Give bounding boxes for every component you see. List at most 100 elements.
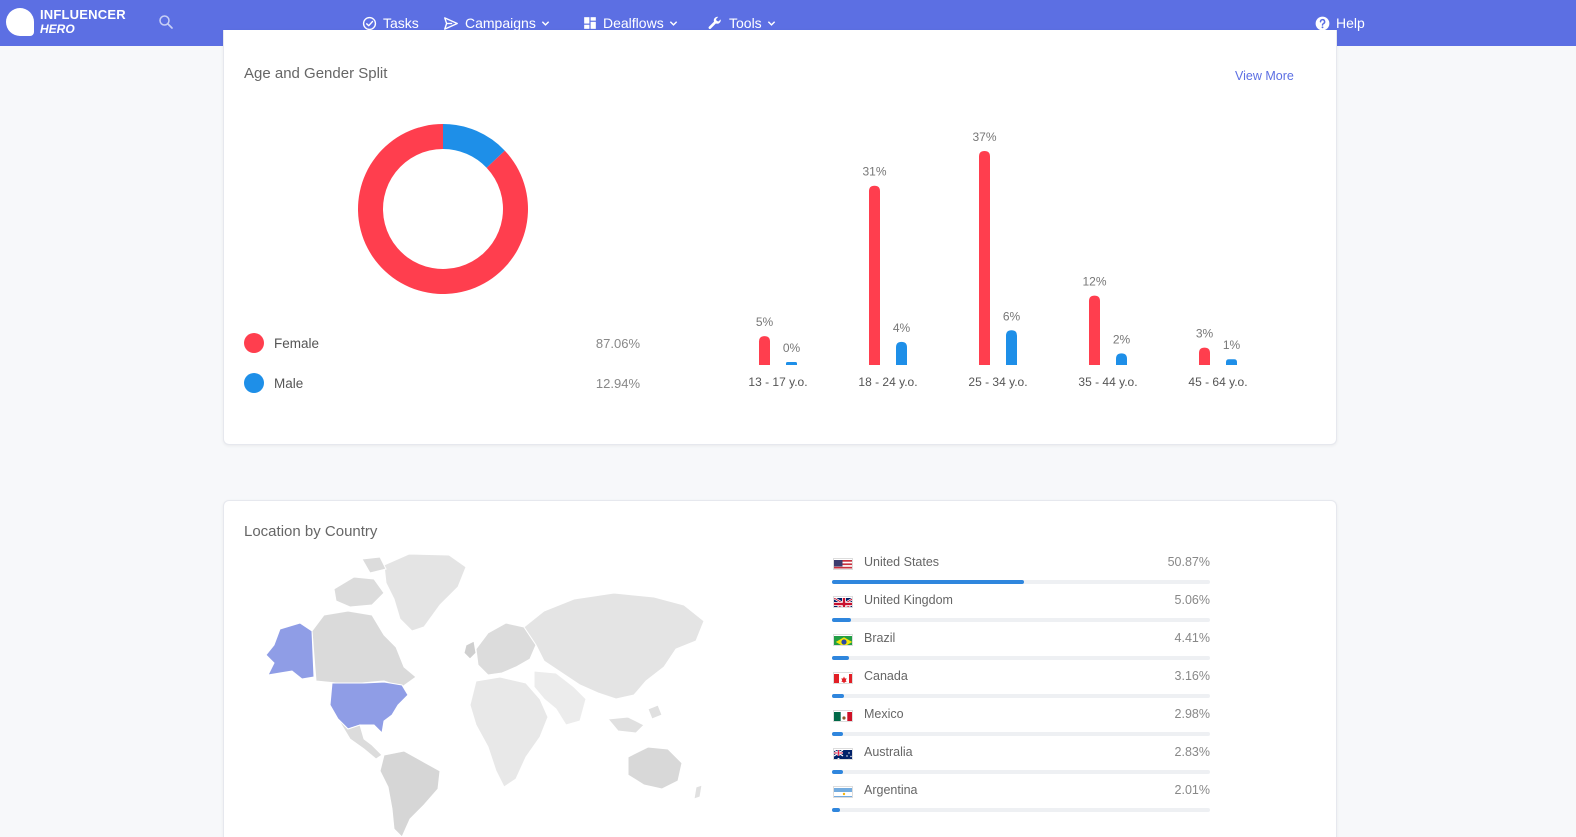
nav-dealflows-label: Dealflows <box>603 15 664 31</box>
map-region-southeast-asia[interactable] <box>607 704 663 734</box>
bar-label-female-1: 31% <box>862 165 886 179</box>
map-region-africa[interactable] <box>469 676 549 788</box>
country-name: United States <box>864 555 940 569</box>
bar-label-male-1: 4% <box>893 321 911 335</box>
nav-help-label: Help <box>1336 15 1365 31</box>
country-progress-track <box>832 808 1210 812</box>
country-name: Australia <box>864 745 913 759</box>
help-circle-icon <box>1315 16 1330 30</box>
age-category-label-2: 25 - 34 y.o. <box>968 375 1027 389</box>
bar-label-female-0: 5% <box>756 315 774 329</box>
country-percentage: 2.01% <box>1174 783 1210 797</box>
bar-label-male-4: 1% <box>1223 338 1241 352</box>
age-category-label-3: 35 - 44 y.o. <box>1078 375 1137 389</box>
map-region-australia[interactable] <box>627 746 683 790</box>
bar-label-female-3: 12% <box>1082 275 1106 289</box>
uk-flag-icon <box>833 596 853 608</box>
country-progress-fill <box>832 808 840 812</box>
age-gender-title: Age and Gender Split <box>244 65 388 82</box>
male-dot-icon <box>244 373 264 393</box>
wrench-icon <box>708 16 721 29</box>
check-circle-icon <box>362 16 377 30</box>
country-progress-track <box>832 770 1210 774</box>
age-category-label-4: 45 - 64 y.o. <box>1188 375 1247 389</box>
legend-value: 12.94% <box>595 375 640 391</box>
country-progress-fill <box>832 732 844 736</box>
legend-item-male: Male 12.94% <box>244 371 640 395</box>
australia-flag-icon <box>833 748 853 760</box>
brand-logo[interactable]: INFLUENCER HERO <box>6 8 126 36</box>
map-region-arctic-islands[interactable] <box>333 556 387 608</box>
logo-mark-icon <box>6 8 34 36</box>
country-progress-track <box>832 732 1210 736</box>
nav-tools-label: Tools <box>729 15 762 31</box>
country-name: Mexico <box>864 707 904 721</box>
country-percentage: 5.06% <box>1174 593 1210 607</box>
female-dot-icon <box>244 333 264 353</box>
country-percentage: 2.98% <box>1174 707 1210 721</box>
legend-label: Female <box>274 335 320 351</box>
country-row: Brazil 4.41% <box>832 627 1210 665</box>
country-percentage: 50.87% <box>1167 555 1210 569</box>
dashboard-icon <box>584 17 596 29</box>
country-name: United Kingdom <box>864 593 953 607</box>
nav-campaigns-label: Campaigns <box>465 15 536 31</box>
map-region-united-kingdom[interactable] <box>463 640 477 660</box>
view-more-link[interactable]: View More <box>1235 69 1294 83</box>
country-name: Canada <box>864 669 908 683</box>
age-bar-chart: 5% 0% 13 - 17 y.o. 31% 4% 18 - 24 y.o. 37% 6% 25… <box>748 130 1247 389</box>
bar-label-male-0: 0% <box>783 341 801 355</box>
location-card: Location by Country United States 50.87% U… <box>223 500 1337 837</box>
country-percentage: 3.16% <box>1174 669 1210 683</box>
country-progress-fill <box>832 580 1025 584</box>
country-row: Mexico 2.98% <box>832 703 1210 741</box>
country-progress-track <box>832 580 1210 584</box>
country-list: United States 50.87% United Kingdom 5.06% Br… <box>832 551 1210 817</box>
bar-female-2 <box>979 151 990 365</box>
argentina-flag-icon <box>833 786 853 798</box>
map-region-new-zealand[interactable] <box>693 784 703 800</box>
bar-male-0 <box>786 362 797 365</box>
bar-female-3 <box>1089 295 1100 365</box>
country-row: Canada 3.16% <box>832 665 1210 703</box>
legend-item-female: Female 87.06% <box>244 331 640 355</box>
country-progress-track <box>832 618 1210 622</box>
gender-donut-chart <box>358 124 528 294</box>
country-progress-track <box>832 694 1210 698</box>
world-map[interactable] <box>244 549 714 837</box>
nav-tasks-label: Tasks <box>383 15 419 31</box>
legend-label: Male <box>274 375 304 391</box>
country-progress-fill <box>832 618 852 622</box>
country-percentage: 2.83% <box>1174 745 1210 759</box>
brand-name-line2: HERO <box>40 22 75 36</box>
chevron-down-icon <box>767 20 775 26</box>
us-flag-icon <box>833 558 853 570</box>
map-region-greenland[interactable] <box>383 553 467 632</box>
send-icon <box>444 16 458 30</box>
country-progress-fill <box>832 656 849 660</box>
age-gender-card: Age and Gender Split View More Female 87… <box>223 30 1337 445</box>
search-icon[interactable] <box>157 13 175 31</box>
country-progress-fill <box>832 770 843 774</box>
bar-female-4 <box>1199 347 1210 365</box>
brazil-flag-icon <box>833 634 853 646</box>
chevron-down-icon <box>541 20 549 26</box>
age-category-label-0: 13 - 17 y.o. <box>748 375 807 389</box>
bar-male-2 <box>1006 330 1017 365</box>
country-percentage: 4.41% <box>1174 631 1210 645</box>
bar-male-4 <box>1226 359 1237 365</box>
brand-name-line1: INFLUENCER <box>40 7 126 22</box>
canada-flag-icon <box>833 672 853 684</box>
bar-female-0 <box>759 336 770 365</box>
location-title: Location by Country <box>244 523 378 540</box>
age-category-label-1: 18 - 24 y.o. <box>858 375 917 389</box>
map-region-canada[interactable] <box>311 610 417 688</box>
bar-label-female-4: 3% <box>1196 327 1214 341</box>
map-region-alaska[interactable] <box>265 622 315 680</box>
bar-male-3 <box>1116 353 1127 365</box>
country-row: United Kingdom 5.06% <box>832 589 1210 627</box>
bar-male-1 <box>896 341 907 365</box>
map-region-south-america[interactable] <box>379 750 441 837</box>
bar-label-male-2: 6% <box>1003 309 1021 323</box>
country-name: Argentina <box>864 783 918 797</box>
